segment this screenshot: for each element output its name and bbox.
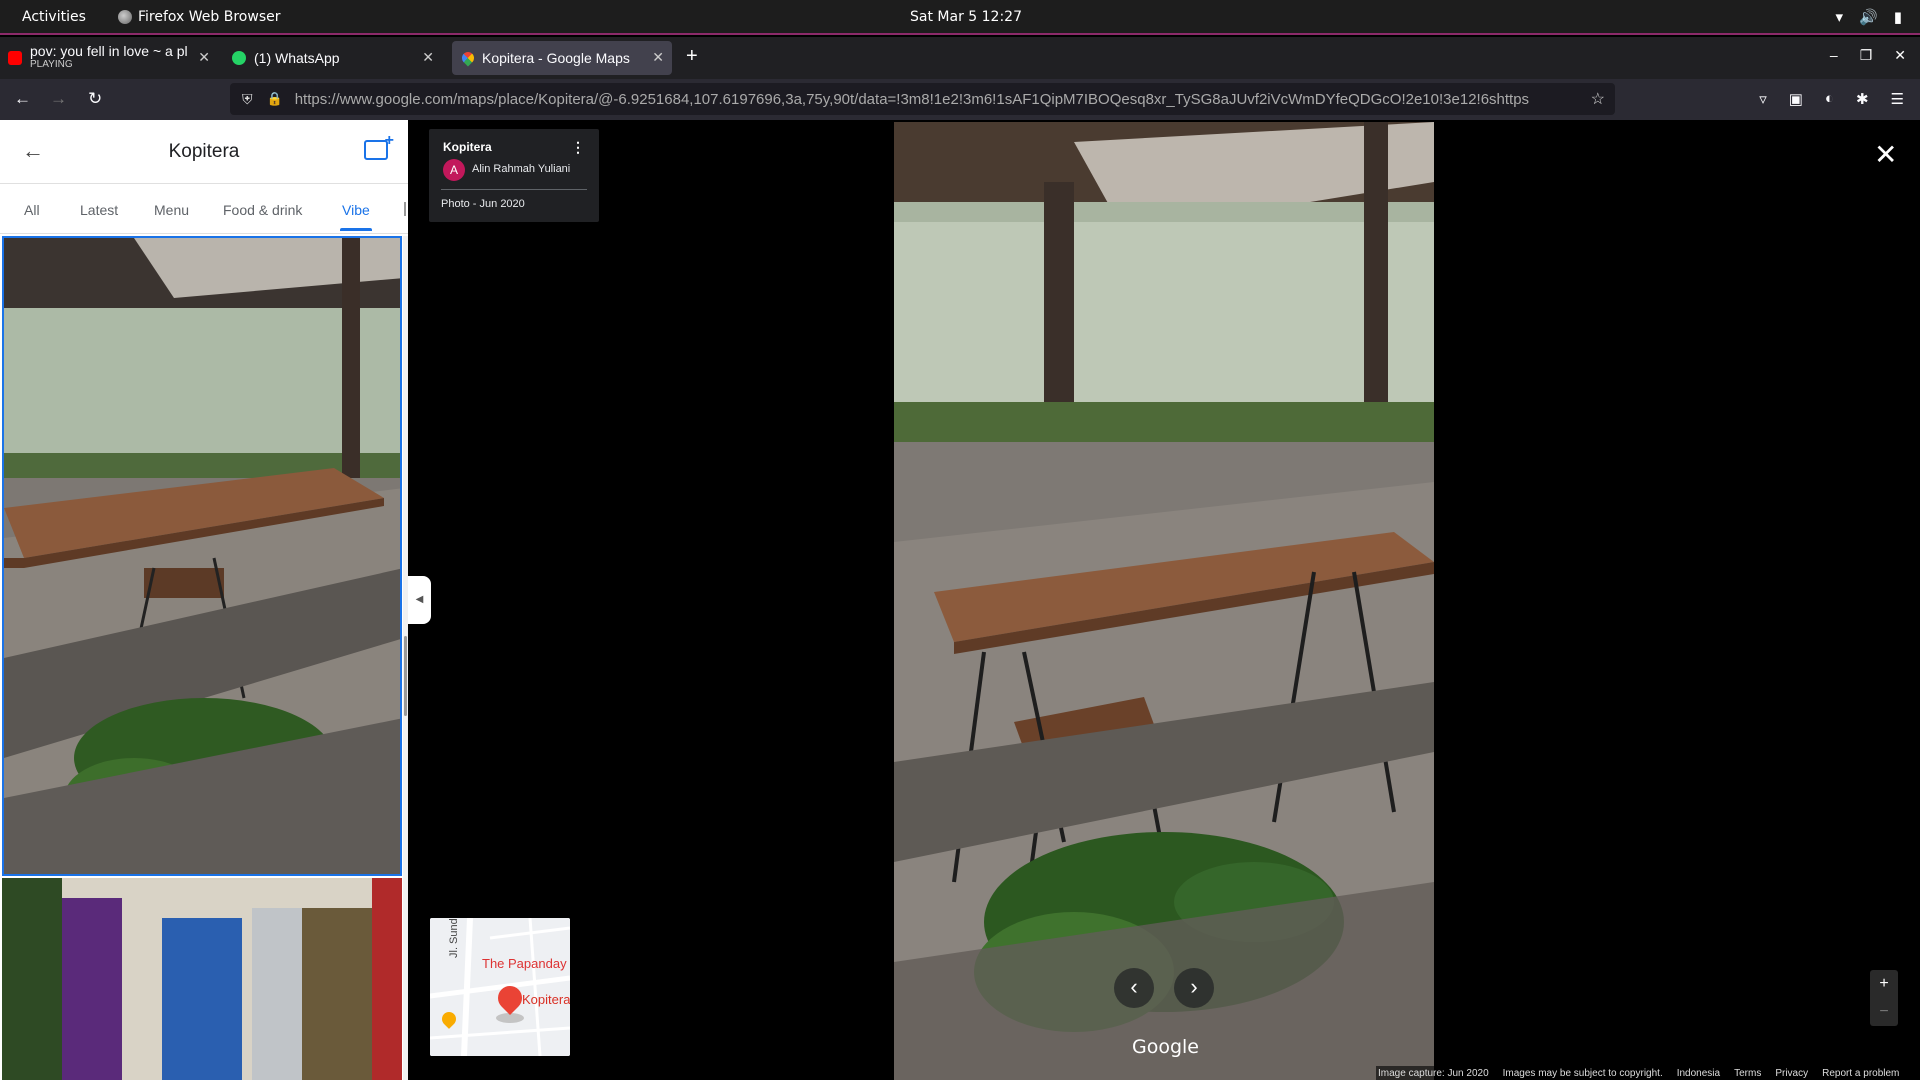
tab-label: pov: you fell in love ~ a pl xyxy=(30,43,188,59)
store-fridge-thumbnail xyxy=(2,878,402,1080)
photo-thumbnail-list xyxy=(0,236,403,1080)
new-tab-button[interactable]: + xyxy=(686,45,698,68)
mini-map[interactable]: Jl. Sunda The Papanday Kopitera xyxy=(430,918,570,1056)
more-options-icon[interactable]: ⋮ xyxy=(571,139,585,156)
extensions-puzzle-icon[interactable]: ✱ xyxy=(1856,90,1869,108)
photo-place-name[interactable]: Kopitera xyxy=(443,140,492,154)
youtube-icon xyxy=(8,51,22,65)
app-menu[interactable]: Firefox Web Browser xyxy=(118,9,281,25)
url-input[interactable]: https://www.google.com/maps/place/Kopite… xyxy=(295,91,1585,108)
photo-author[interactable]: Alin Rahmah Yuliani xyxy=(472,163,570,175)
close-tab-icon[interactable]: ✕ xyxy=(652,49,664,66)
pocket-icon[interactable]: ▿ xyxy=(1759,90,1767,108)
collapse-panel-button[interactable]: ◀ xyxy=(408,576,431,624)
close-tab-icon[interactable]: ✕ xyxy=(198,49,210,66)
back-icon[interactable]: ← xyxy=(14,89,31,109)
photo-thumbnail-selected[interactable] xyxy=(2,236,402,876)
volume-icon[interactable]: 🔊 xyxy=(1859,8,1878,26)
copyright-notice: Images may be subject to copyright. xyxy=(1502,1067,1663,1079)
menu-icon[interactable]: ☰ xyxy=(1891,90,1904,108)
firefox-icon xyxy=(118,10,132,24)
google-maps-icon xyxy=(459,49,477,67)
system-tray[interactable]: ▾ 🔊 ▮ xyxy=(1836,8,1902,26)
add-photo-icon[interactable] xyxy=(364,132,394,160)
tab-latest[interactable]: Latest xyxy=(80,202,118,218)
panel-scrollbar[interactable] xyxy=(403,236,408,1080)
tab-all[interactable]: All xyxy=(24,202,40,218)
photo-thumbnail[interactable] xyxy=(2,878,402,1080)
tab-label: Kopitera - Google Maps xyxy=(482,50,630,66)
bookmark-star-icon[interactable]: ☆ xyxy=(1591,89,1605,109)
privacy-link[interactable]: Privacy xyxy=(1775,1068,1808,1079)
tab-label: (1) WhatsApp xyxy=(254,50,340,66)
cafe-interior-thumbnail xyxy=(4,238,400,874)
tab-vibe[interactable]: Vibe xyxy=(340,202,372,231)
photo-category-tabs: All Latest Menu Food & drink Vibe xyxy=(0,184,408,234)
place-label: Kopitera xyxy=(522,992,570,1007)
image-capture-date: Image capture: Jun 2020 xyxy=(1378,1067,1489,1079)
tab-overflow-hint xyxy=(404,202,406,216)
terms-link[interactable]: Terms xyxy=(1734,1068,1761,1079)
navigation-bar: ← → ↻ ⛨ 🔒 https://www.google.com/maps/pl… xyxy=(0,79,1920,120)
clock[interactable]: Sat Mar 5 12:27 xyxy=(910,9,1022,25)
zoom-in-button[interactable]: + xyxy=(1870,970,1898,998)
battery-icon[interactable]: ▮ xyxy=(1894,8,1902,26)
google-logo: Google xyxy=(1132,1036,1200,1058)
photo-date: Photo - Jun 2020 xyxy=(441,198,525,210)
photo-info-card: Kopitera ⋮ A Alin Rahmah Yuliani Photo -… xyxy=(429,129,599,222)
toolbar-icons: ▿ ▣ ◐ ✱ ☰ xyxy=(1759,90,1904,108)
app-name: Firefox Web Browser xyxy=(138,9,281,25)
window-controls: – ❐ ✕ xyxy=(1830,47,1906,64)
poi-label: The Papanday xyxy=(482,956,567,971)
cafe-interior-photo xyxy=(894,122,1434,1080)
previous-photo-button[interactable]: ‹ xyxy=(1114,968,1154,1008)
extension-icon[interactable]: ▣ xyxy=(1789,90,1803,108)
activities-button[interactable]: Activities xyxy=(22,9,86,25)
shield-icon[interactable]: ⛨ xyxy=(242,91,253,108)
viewer-footer: Image capture: Jun 2020 Images may be su… xyxy=(1376,1066,1920,1080)
tab-youtube[interactable]: pov: you fell in love ~ a pl PLAYING ✕ xyxy=(8,41,218,75)
maximize-icon[interactable]: ❐ xyxy=(1860,47,1873,64)
panel-header: ← Kopitera xyxy=(0,120,408,184)
report-problem-link[interactable]: Report a problem xyxy=(1822,1068,1899,1079)
wifi-icon[interactable]: ▾ xyxy=(1836,8,1844,26)
whatsapp-icon xyxy=(232,51,246,65)
system-top-bar: Activities Firefox Web Browser Sat Mar 5… xyxy=(0,0,1920,35)
region-link[interactable]: Indonesia xyxy=(1677,1068,1720,1079)
close-window-icon[interactable]: ✕ xyxy=(1894,47,1906,64)
photos-side-panel: ← Kopitera All Latest Menu Food & drink … xyxy=(0,120,408,1080)
url-bar[interactable]: ⛨ 🔒 https://www.google.com/maps/place/Ko… xyxy=(230,83,1615,115)
tab-whatsapp[interactable]: (1) WhatsApp ✕ xyxy=(232,41,442,75)
extension-icon[interactable]: ◐ xyxy=(1825,90,1834,108)
zoom-controls: + − xyxy=(1870,970,1898,1026)
tab-food-drink[interactable]: Food & drink xyxy=(223,202,302,218)
place-title: Kopitera xyxy=(168,141,240,162)
tab-menu[interactable]: Menu xyxy=(154,202,189,218)
forward-icon[interactable]: → xyxy=(50,89,67,109)
close-viewer-icon[interactable]: ✕ xyxy=(1874,138,1897,171)
main-photo[interactable] xyxy=(894,122,1434,1080)
reload-icon[interactable]: ↻ xyxy=(88,89,102,109)
lock-icon[interactable]: 🔒 xyxy=(267,91,283,107)
next-photo-button[interactable]: › xyxy=(1174,968,1214,1008)
minimize-icon[interactable]: – xyxy=(1830,47,1838,64)
street-label: Jl. Sunda xyxy=(448,918,460,958)
tab-strip: pov: you fell in love ~ a pl PLAYING ✕ (… xyxy=(0,37,1920,79)
tab-playing-label: PLAYING xyxy=(30,59,73,70)
zoom-out-button[interactable]: − xyxy=(1870,998,1898,1026)
tab-google-maps[interactable]: Kopitera - Google Maps ✕ xyxy=(452,41,672,75)
close-tab-icon[interactable]: ✕ xyxy=(422,49,434,66)
avatar[interactable]: A xyxy=(443,159,465,181)
divider xyxy=(441,189,587,190)
